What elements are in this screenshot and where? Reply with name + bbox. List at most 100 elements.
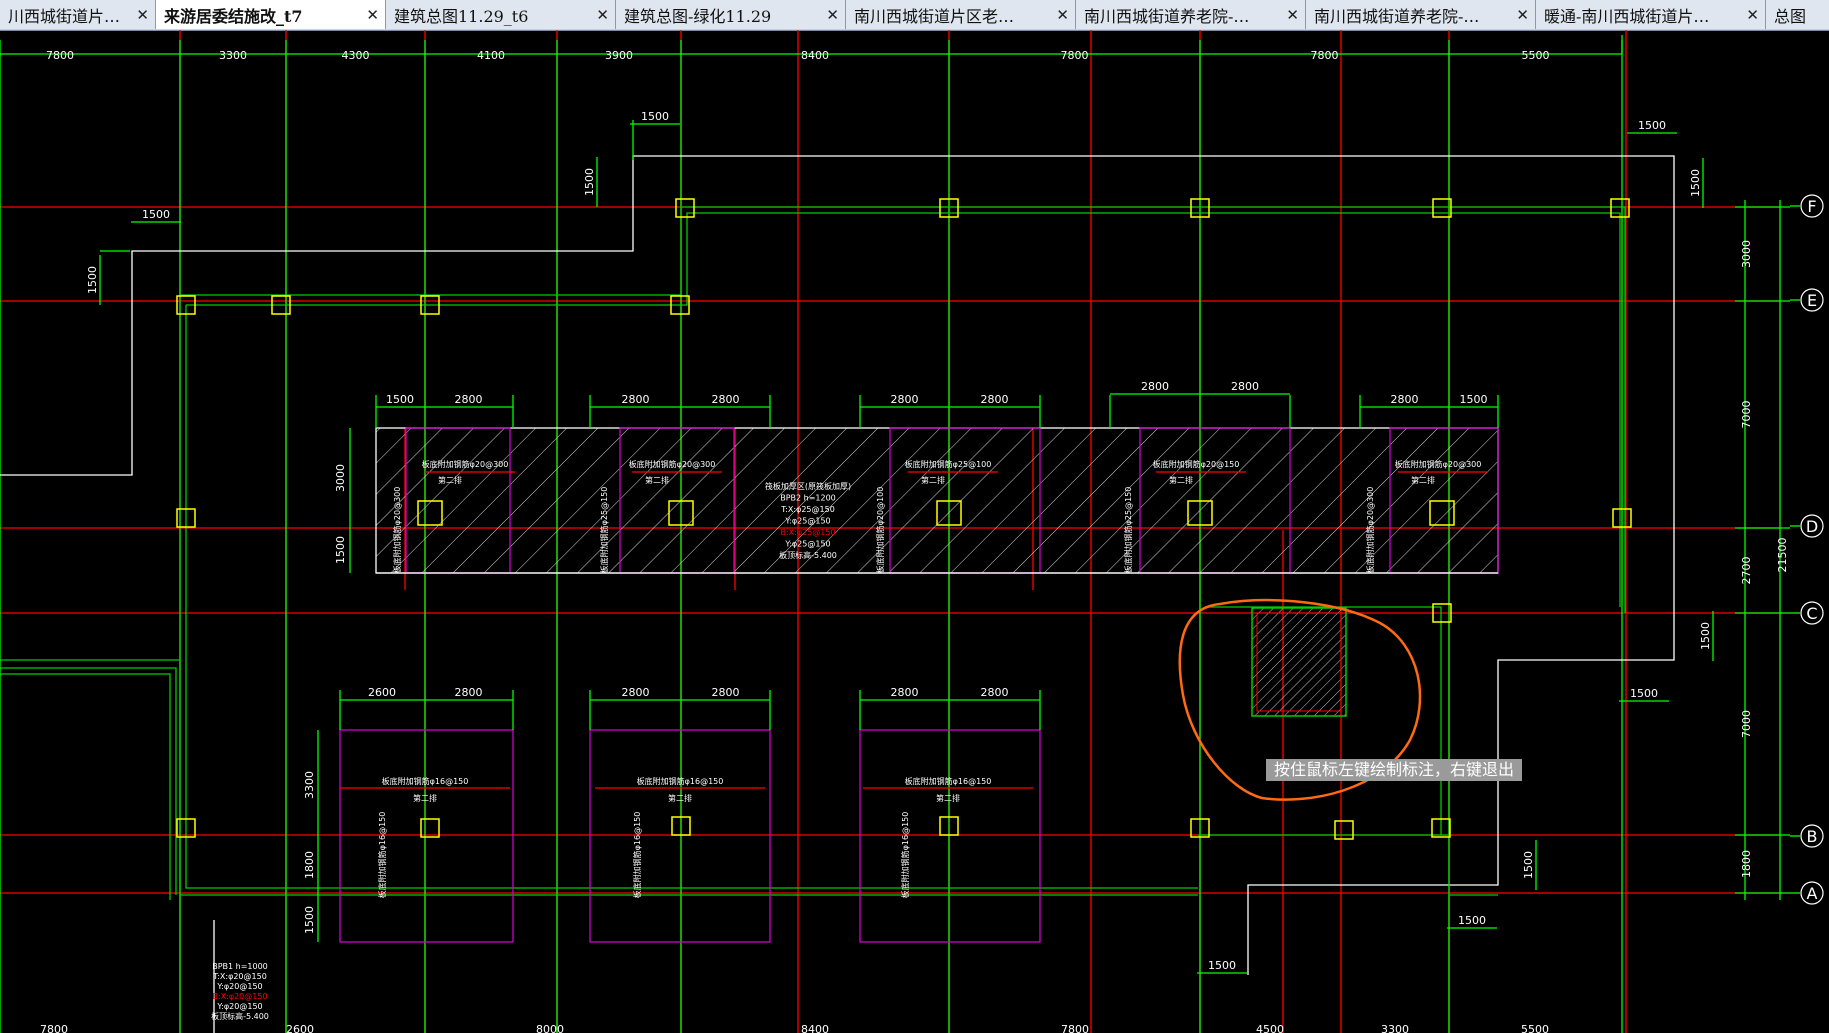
document-tab[interactable]: 暖通-南川西城街道片… ✕ xyxy=(1536,0,1766,29)
offset-dimension-label: 1500 xyxy=(1689,169,1702,197)
offset-dimension-label: 1500 xyxy=(1458,914,1486,927)
dimension-label-right: 7000 xyxy=(1740,710,1753,738)
offset-dimension-label: 1500 xyxy=(1638,119,1666,132)
close-tab-icon[interactable]: ✕ xyxy=(826,6,839,24)
dimension-label-bottom: 8000 xyxy=(536,1023,564,1033)
band-dimension-label-left: 1800 xyxy=(303,851,316,879)
reinforcement-note: 板底附加钢筋φ20@150 xyxy=(1153,459,1240,469)
reinforcement-note: 板底附加钢筋φ16@150 xyxy=(637,776,724,786)
reinforcement-note: 板底附加钢筋φ20@300 xyxy=(422,459,509,469)
dimension-label-total: 21500 xyxy=(1776,538,1789,573)
bpb1-note: B:X:φ20@150 xyxy=(212,992,267,1001)
tab-label: 建筑总图11.29_t6 xyxy=(394,6,529,26)
bpb2-note: 板顶标高-5.400 xyxy=(779,550,837,560)
offset-dimension-label: 1500 xyxy=(1522,851,1535,879)
band-dimension-label: 2800 xyxy=(981,393,1009,406)
pit-hatched-box xyxy=(1251,607,1347,717)
close-tab-icon[interactable]: ✕ xyxy=(366,6,379,24)
axis-bubble-label: F xyxy=(1807,197,1816,216)
document-tab[interactable]: 南川西城街道片区老… ✕ xyxy=(846,0,1076,29)
tab-label: 南川西城街道养老院-… xyxy=(1084,6,1250,26)
bpb1-note: Y:φ20@150 xyxy=(216,1002,262,1011)
dimension-label-bottom: 8400 xyxy=(801,1023,829,1033)
slab-reinforcement-zone xyxy=(859,729,1041,943)
reinforcement-note: 板底附加钢筋φ25@100 xyxy=(905,459,992,469)
document-tab[interactable]: 南川西城街道养老院-… ✕ xyxy=(1306,0,1536,29)
offset-dimension-label: 1500 xyxy=(1699,622,1712,650)
bpb2-note: BPB2 h=1200 xyxy=(780,494,836,503)
document-tab[interactable]: 川西城街道片… ✕ xyxy=(0,0,156,29)
reinforcement-note: 第二排 xyxy=(1411,475,1435,485)
document-tab[interactable]: 来游居委结施改_t7 ✕ xyxy=(156,0,386,29)
document-tab[interactable]: 建筑总图11.29_t6 ✕ xyxy=(386,0,616,29)
axis-bubble-label: B xyxy=(1807,827,1818,846)
reinforcement-note: 板底附加钢筋φ16@150 xyxy=(632,812,642,899)
bpb2-note: T:X:φ25@150 xyxy=(780,505,835,514)
close-tab-icon[interactable]: ✕ xyxy=(136,6,149,24)
axis-bubble-label: D xyxy=(1806,517,1818,536)
reinforcement-note: 第二排 xyxy=(936,793,960,803)
dimension-label-bottom: 2600 xyxy=(286,1023,314,1033)
dimension-label-top: 3300 xyxy=(219,49,247,62)
band-dimension-label: 2600 xyxy=(368,686,396,699)
document-tab[interactable]: 总图 xyxy=(1766,0,1829,29)
dimension-label-right: 2700 xyxy=(1740,557,1753,585)
band-dimension-label: 2800 xyxy=(622,393,650,406)
tab-label: 总图 xyxy=(1774,6,1807,26)
column-square xyxy=(675,198,695,218)
reinforcement-note: 板底附加钢筋φ20@300 xyxy=(392,487,402,574)
slab-reinforcement-zone xyxy=(339,729,514,943)
reinforcement-note: 板底附加钢筋φ16@150 xyxy=(382,776,469,786)
band-dimension-label: 2800 xyxy=(455,686,483,699)
reinforcement-note: 板底附加钢筋φ16@150 xyxy=(900,812,910,899)
document-tab[interactable]: 建筑总图-绿化11.29 ✕ xyxy=(616,0,846,29)
dimension-label-top: 4300 xyxy=(342,49,370,62)
band-dimension-label: 1500 xyxy=(1460,393,1488,406)
dimension-label-bottom: 7800 xyxy=(1061,1023,1089,1033)
band-dimension-label-left: 3000 xyxy=(334,464,347,492)
band-dimension-label: 2800 xyxy=(455,393,483,406)
band-dimension-label: 2800 xyxy=(622,686,650,699)
axis-bubble-label: C xyxy=(1806,604,1817,623)
band-dimension-label: 2800 xyxy=(891,686,919,699)
reinforcement-note: 板底附加钢筋φ20@300 xyxy=(1395,459,1482,469)
document-tab-bar: 川西城街道片… ✕ 来游居委结施改_t7 ✕ 建筑总图11.29_t6 ✕ 建筑总图-绿化1… xyxy=(0,0,1829,31)
reinforcement-note: 第二排 xyxy=(1169,475,1193,485)
offset-dimension-label: 1500 xyxy=(86,266,99,294)
bpb2-note: Y:φ25@150 xyxy=(784,517,830,526)
dimension-label-top: 7800 xyxy=(46,49,74,62)
reinforcement-note: 板底附加钢筋φ25@150 xyxy=(599,487,609,574)
close-tab-icon[interactable]: ✕ xyxy=(596,6,609,24)
tab-label: 南川西城街道养老院-… xyxy=(1314,6,1480,26)
cursor-tooltip: 按住鼠标左键绘制标注，右键退出 xyxy=(1266,759,1523,781)
cad-drawing-canvas[interactable]: 7800 3300 4300 4100 3900 8400 7800 7800 5500 7800… xyxy=(0,30,1829,1033)
band-dimension-label: 2800 xyxy=(891,393,919,406)
tab-label: 来游居委结施改_t7 xyxy=(164,6,303,26)
dimension-label-right: 1800 xyxy=(1740,850,1753,878)
reinforcement-note: 板底附加钢筋φ20@100 xyxy=(875,487,885,574)
close-tab-icon[interactable]: ✕ xyxy=(1056,6,1069,24)
band-dimension-label-left: 1500 xyxy=(303,906,316,934)
dimension-label-top: 5500 xyxy=(1522,49,1550,62)
slab-reinforcement-zone xyxy=(589,729,771,943)
close-tab-icon[interactable]: ✕ xyxy=(1516,6,1529,24)
dimension-label-top: 7800 xyxy=(1061,49,1089,62)
bpb1-note: BPB1 h=1000 xyxy=(212,962,268,971)
dimension-label-right: 3000 xyxy=(1740,240,1753,268)
wall-line xyxy=(0,667,177,895)
dimension-label-top: 3900 xyxy=(605,49,633,62)
band-dimension-label: 1500 xyxy=(386,393,414,406)
close-tab-icon[interactable]: ✕ xyxy=(1286,6,1299,24)
bpb1-note: 板顶标高-5.400 xyxy=(211,1011,269,1021)
tab-label: 暖通-南川西城街道片… xyxy=(1544,6,1710,26)
bpb2-note: B:X:φ25@150 xyxy=(780,528,835,537)
document-tab[interactable]: 南川西城街道养老院-… ✕ xyxy=(1076,0,1306,29)
dimension-label-right: 7000 xyxy=(1740,401,1753,429)
tab-label: 川西城街道片… xyxy=(8,6,121,26)
close-tab-icon[interactable]: ✕ xyxy=(1746,6,1759,24)
column-square xyxy=(420,818,440,838)
tab-label: 建筑总图-绿化11.29 xyxy=(624,6,772,26)
bpb1-note: T:X:φ20@150 xyxy=(212,972,267,981)
wall-line xyxy=(179,295,1198,896)
offset-dimension-label: 1500 xyxy=(1208,959,1236,972)
